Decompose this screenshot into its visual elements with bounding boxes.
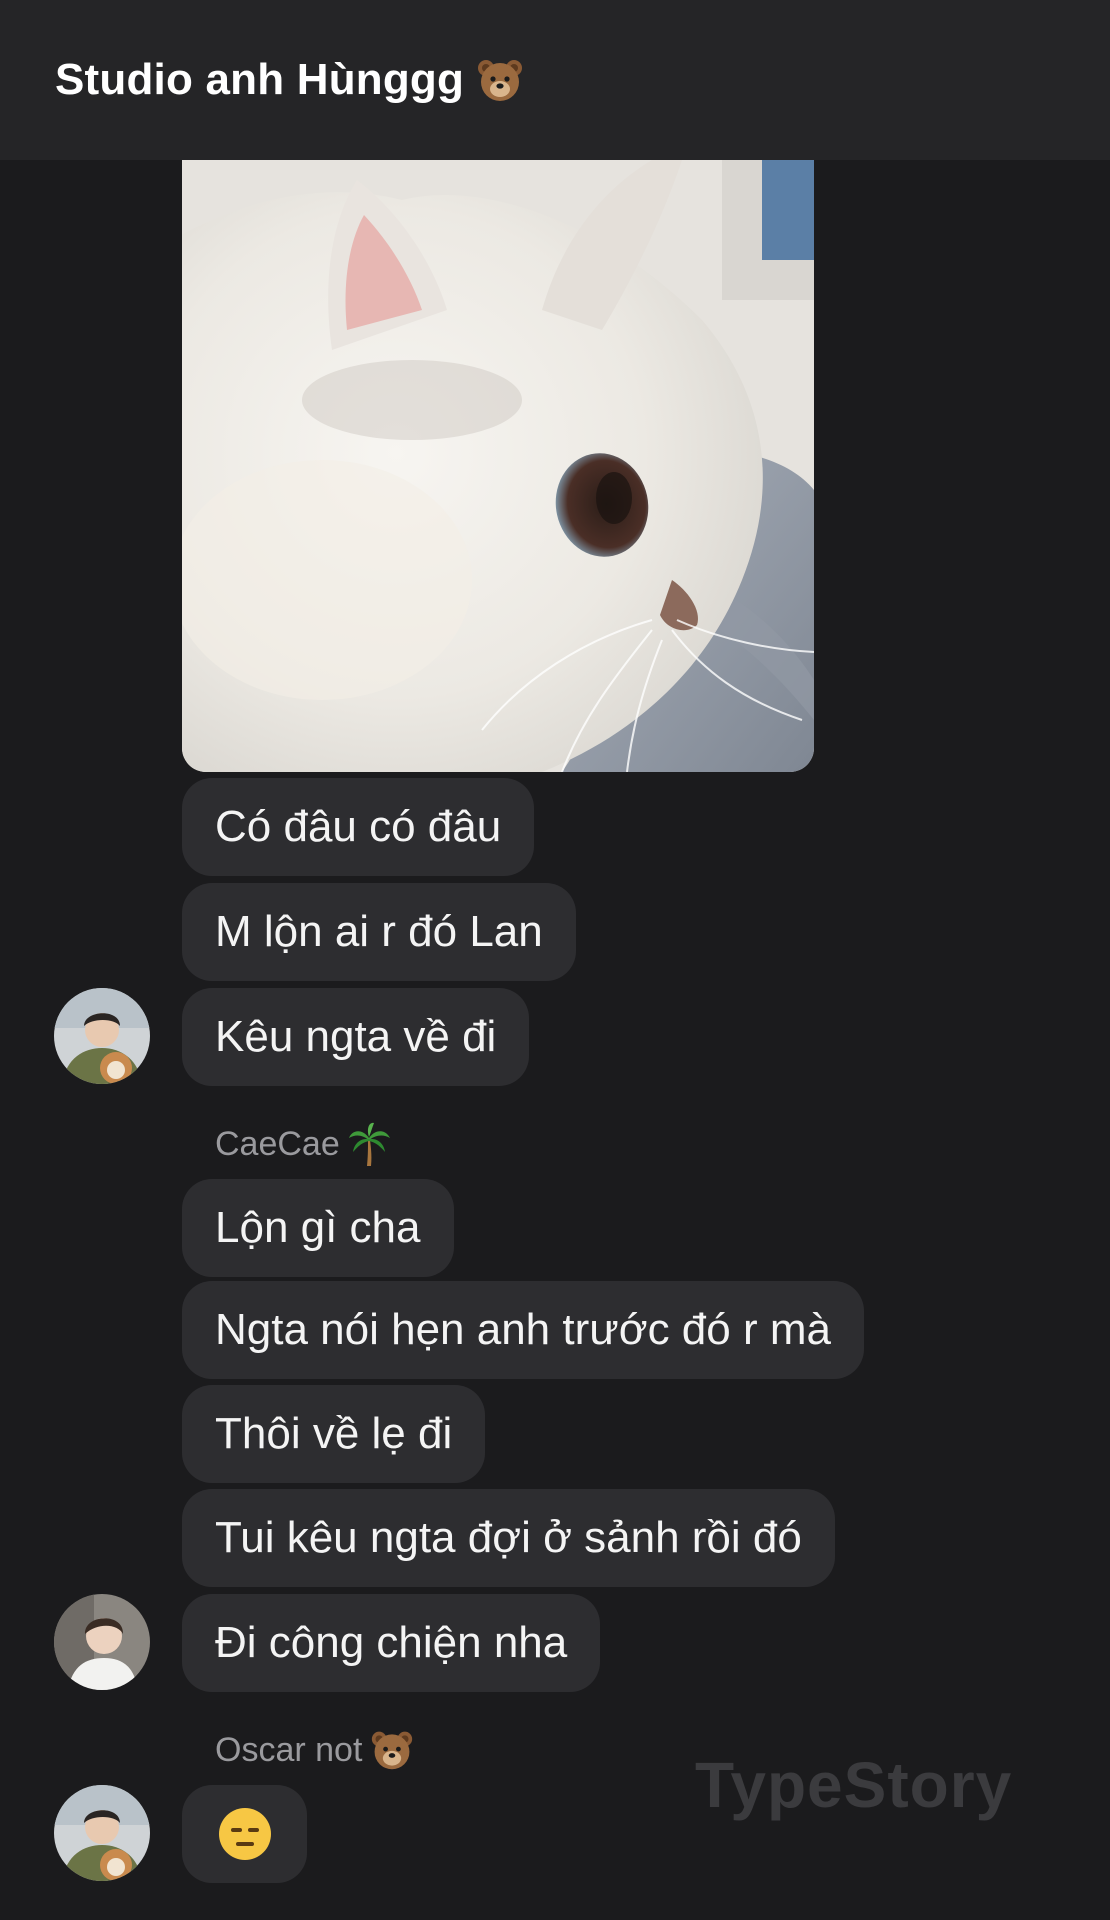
message-bubble[interactable]: Đi công chiện nha [182,1594,601,1692]
message-bubble[interactable] [182,1785,307,1883]
avatar-image [54,1785,150,1881]
avatar-image [54,988,150,1084]
message-text: Thôi về lẹ đi [215,1409,453,1458]
avatar[interactable] [54,1594,150,1690]
message-bubble[interactable]: Kêu ngta về đi [182,988,530,1086]
message-text: Có đâu có đâu [215,802,502,851]
message-bubble[interactable]: Lộn gì cha [182,1179,454,1277]
avatar-image [54,1594,150,1690]
palm-tree-icon [348,1122,390,1166]
message-text: Đi công chiện nha [215,1618,568,1667]
message-bubble[interactable]: Có đâu có đâu [182,778,535,876]
message-bubble[interactable]: Ngta nói hẹn anh trước đó r mà [182,1281,864,1379]
watermark: TypeStory [695,1749,1013,1821]
message-text: Kêu ngta về đi [215,1012,497,1061]
message-text: Tui kêu ngta đợi ở sảnh rồi đó [215,1513,802,1562]
bear-face-icon [478,60,523,101]
message-text: Lộn gì cha [215,1203,421,1252]
bear-face-icon [372,1731,413,1770]
sender-name[interactable]: Oscar not [215,1728,414,1772]
message-bubble[interactable]: M lộn ai r đó Lan [182,883,576,981]
sender-name-text: CaeCae [215,1124,340,1163]
avatar[interactable] [54,988,150,1084]
sender-name[interactable]: CaeCae [215,1122,392,1166]
message-bubble[interactable]: Thôi về lẹ đi [182,1385,486,1483]
message-bubble[interactable]: Tui kêu ngta đợi ở sảnh rồi đó [182,1489,835,1587]
message-text: M lộn ai r đó Lan [215,907,543,956]
message-text: Ngta nói hẹn anh trước đó r mà [215,1305,831,1354]
cat-photo[interactable] [182,160,814,772]
chat-header: Studio anh Hùnggg [0,0,1110,160]
expressionless-face-icon [218,1808,271,1860]
avatar[interactable] [54,1785,150,1881]
sender-name-text: Oscar not [215,1730,363,1769]
chat-title[interactable]: Studio anh Hùnggg [55,55,464,105]
